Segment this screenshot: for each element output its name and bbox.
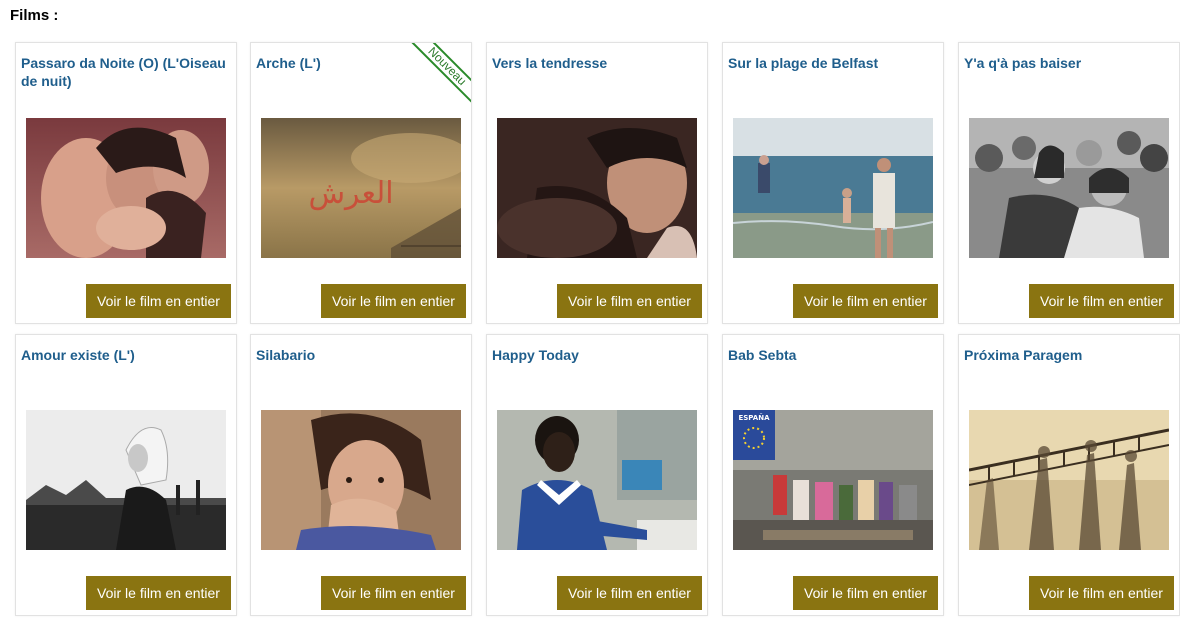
film-title[interactable]: Silabario — [256, 346, 461, 364]
watch-full-film-button[interactable]: Voir le film en entier — [86, 576, 231, 610]
film-thumbnail[interactable] — [26, 410, 226, 550]
film-card: Happy Today Voir le film en entier — [486, 334, 708, 616]
watch-full-film-button[interactable]: Voir le film en entier — [793, 284, 938, 318]
film-thumbnail[interactable] — [969, 410, 1169, 550]
film-thumbnail[interactable]: ESPAÑA — [733, 410, 933, 550]
film-title[interactable]: Sur la plage de Belfast — [728, 54, 933, 72]
new-badge: Nouveau — [401, 43, 471, 113]
film-card: Silabario Voir le film en entier — [250, 334, 472, 616]
watch-full-film-button[interactable]: Voir le film en entier — [1029, 576, 1174, 610]
film-title[interactable]: Passaro da Noite (O) (L'Oiseau de nuit) — [21, 54, 226, 90]
watch-full-film-button[interactable]: Voir le film en entier — [557, 576, 702, 610]
film-card: Arche (L') Nouveau العرش Voir le film en… — [250, 42, 472, 324]
film-card: Próxima Paragem Voir le film en entier — [958, 334, 1180, 616]
film-thumbnail[interactable] — [497, 410, 697, 550]
watch-full-film-button[interactable]: Voir le film en entier — [321, 284, 466, 318]
film-card: Sur la plage de Belfast Voir le film en … — [722, 42, 944, 324]
film-title[interactable]: Y'a q'à pas baiser — [964, 54, 1169, 72]
film-card: Vers la tendresse Voir le film en entier — [486, 42, 708, 324]
film-thumbnail[interactable] — [969, 118, 1169, 258]
film-thumbnail[interactable] — [261, 410, 461, 550]
watch-full-film-button[interactable]: Voir le film en entier — [321, 576, 466, 610]
watch-full-film-button[interactable]: Voir le film en entier — [557, 284, 702, 318]
film-card: Y'a q'à pas baiser Voir le film en entie… — [958, 42, 1180, 324]
film-title[interactable]: Bab Sebta — [728, 346, 933, 364]
watch-full-film-button[interactable]: Voir le film en entier — [793, 576, 938, 610]
film-thumbnail[interactable] — [497, 118, 697, 258]
film-title[interactable]: Happy Today — [492, 346, 697, 364]
watch-full-film-button[interactable]: Voir le film en entier — [86, 284, 231, 318]
film-title[interactable]: Amour existe (L') — [21, 346, 226, 364]
new-badge-label: Nouveau — [405, 43, 471, 108]
film-title[interactable]: Próxima Paragem — [964, 346, 1169, 364]
film-title[interactable]: Vers la tendresse — [492, 54, 697, 72]
arabic-title-text: العرش — [308, 176, 393, 211]
film-card: Bab Sebta ESPAÑA Voir le film en entier — [722, 334, 944, 616]
film-card: Passaro da Noite (O) (L'Oiseau de nuit) … — [15, 42, 237, 324]
film-thumbnail[interactable] — [733, 118, 933, 258]
film-thumbnail[interactable]: العرش — [261, 118, 461, 258]
espana-sign-text: ESPAÑA — [738, 413, 770, 422]
film-card: Amour existe (L') Voir le film en entier — [15, 334, 237, 616]
section-title: Films : — [10, 7, 59, 24]
watch-full-film-button[interactable]: Voir le film en entier — [1029, 284, 1174, 318]
film-thumbnail[interactable] — [26, 118, 226, 258]
